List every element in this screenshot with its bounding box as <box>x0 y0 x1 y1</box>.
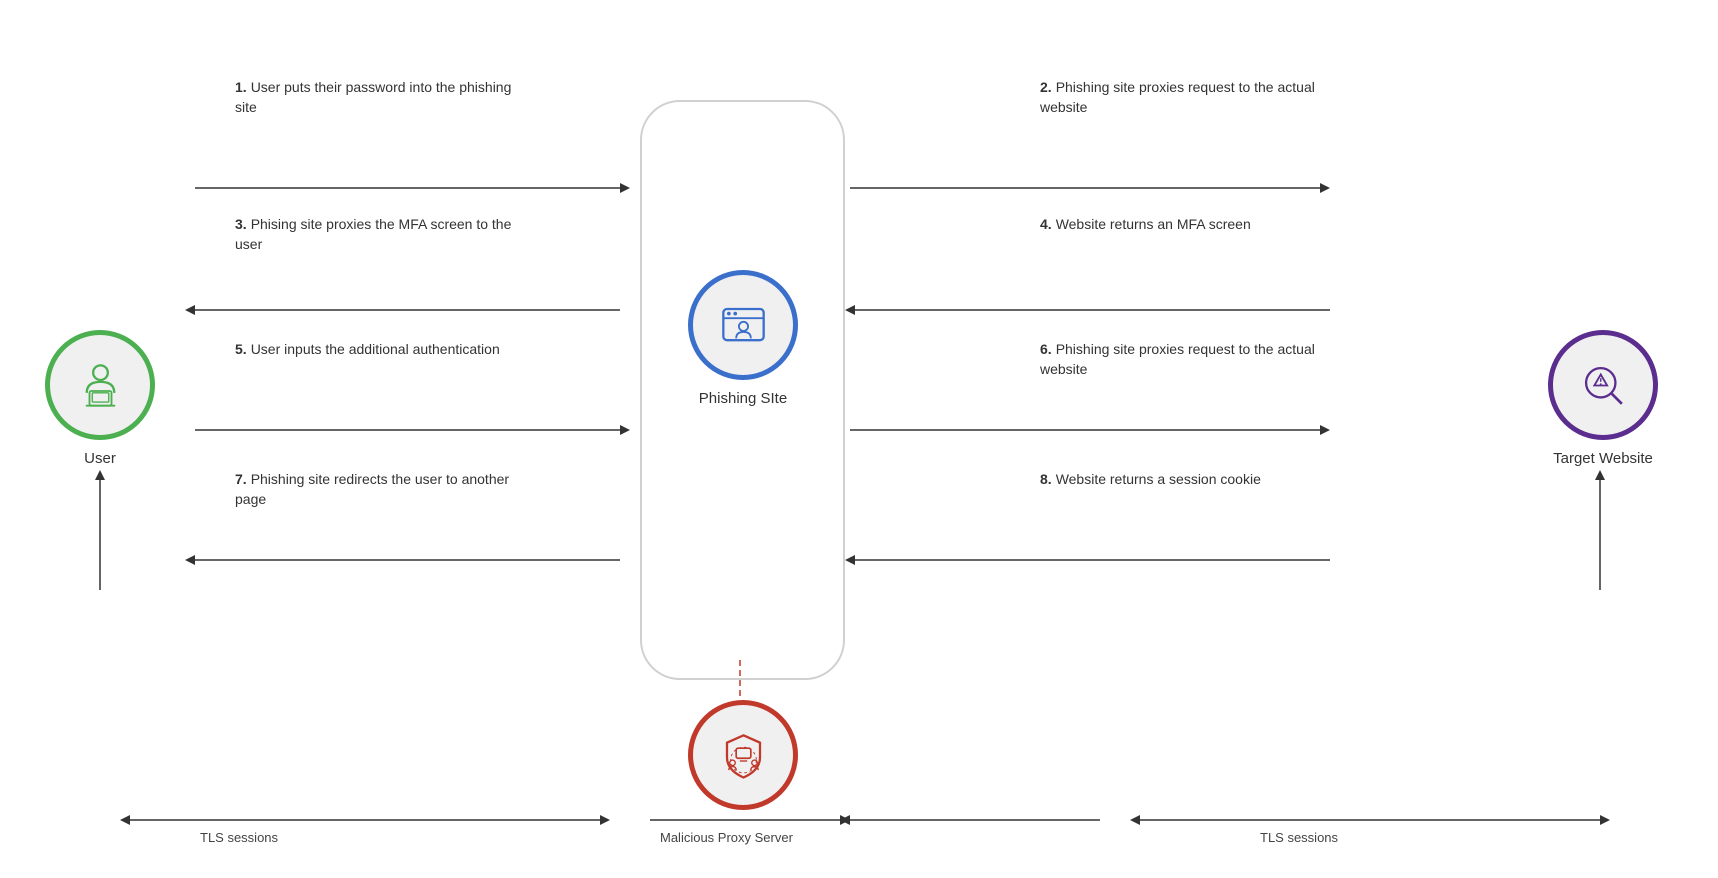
target-circle <box>1548 330 1658 440</box>
step-7-number: 7. <box>235 471 247 487</box>
step-2-number: 2. <box>1040 79 1052 95</box>
step-6-label: 6.Phishing site proxies request to the a… <box>1040 340 1320 379</box>
step-6-number: 6. <box>1040 341 1052 357</box>
step-1-number: 1. <box>235 79 247 95</box>
user-circle <box>45 330 155 440</box>
target-website-label: Target Website <box>1553 450 1653 467</box>
step-6-text: Phishing site proxies request to the act… <box>1040 341 1315 377</box>
step-3-number: 3. <box>235 216 247 232</box>
user-label: User <box>84 450 116 467</box>
step-4-label: 4.Website returns an MFA screen <box>1040 215 1320 235</box>
bottom-label-tls-left: TLS sessions <box>200 830 278 845</box>
proxy-server-actor <box>688 700 798 810</box>
step-5-label: 5.User inputs the additional authenticat… <box>235 340 515 360</box>
target-search-icon <box>1576 358 1631 413</box>
phishing-site-actor: Phishing SIte <box>688 270 798 407</box>
step-2-text: Phishing site proxies request to the act… <box>1040 79 1315 115</box>
step-2-label: 2.Phishing site proxies request to the a… <box>1040 78 1320 117</box>
proxy-shield-icon <box>716 728 771 783</box>
step-8-number: 8. <box>1040 471 1052 487</box>
diagram-container: User Phishing SIte <box>0 0 1718 878</box>
step-4-number: 4. <box>1040 216 1052 232</box>
arrows-layer <box>0 0 1718 878</box>
step-5-number: 5. <box>235 341 247 357</box>
phishing-site-label: Phishing SIte <box>699 390 787 407</box>
step-8-text: Website returns a session cookie <box>1056 471 1261 487</box>
step-7-text: Phishing site redirects the user to anot… <box>235 471 509 507</box>
step-4-text: Website returns an MFA screen <box>1056 216 1251 232</box>
step-8-label: 8.Website returns a session cookie <box>1040 470 1320 490</box>
phishing-site-circle <box>688 270 798 380</box>
user-actor: User <box>45 330 155 467</box>
target-website-actor: Target Website <box>1548 330 1658 467</box>
step-3-text: Phising site proxies the MFA screen to t… <box>235 216 511 252</box>
proxy-circle <box>688 700 798 810</box>
bottom-label-proxy: Malicious Proxy Server <box>660 830 793 845</box>
user-laptop-icon <box>73 358 128 413</box>
step-3-label: 3.Phising site proxies the MFA screen to… <box>235 215 515 254</box>
step-5-text: User inputs the additional authenticatio… <box>251 341 500 357</box>
step-7-label: 7.Phishing site redirects the user to an… <box>235 470 515 509</box>
step-1-label: 1.User puts their password into the phis… <box>235 78 515 117</box>
phishing-browser-icon <box>716 298 771 353</box>
step-1-text: User puts their password into the phishi… <box>235 79 511 115</box>
bottom-label-tls-right: TLS sessions <box>1260 830 1338 845</box>
